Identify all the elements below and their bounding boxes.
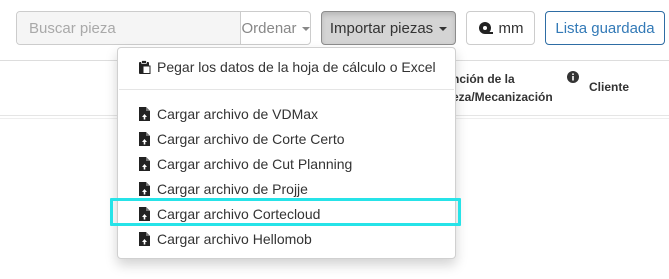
info-circle-icon[interactable] [567, 70, 579, 83]
menu-item-paste-spreadsheet[interactable]: Pegar los datos de la hoja de cálculo o … [118, 54, 455, 79]
menu-item-load-vdmax[interactable]: Cargar archivo de VDMax [118, 101, 455, 126]
import-dropdown-menu: Pegar los datos de la hoja de cálculo o … [117, 47, 456, 259]
menu-item-load-corte-certo[interactable]: Cargar archivo de Corte Certo [118, 126, 455, 151]
menu-item-label: Cargar archivo de Projje [157, 180, 308, 197]
ruler-tape-icon [478, 20, 494, 36]
menu-item-label: Cargar archivo Cortecloud [157, 205, 321, 222]
search-input[interactable] [17, 12, 241, 44]
import-label: Importar piezas [329, 19, 434, 37]
file-upload-icon [138, 106, 151, 121]
caret-down-icon [439, 27, 448, 31]
menu-item-label: Cargar archivo Hellomob [157, 230, 312, 247]
sort-label: Ordenar [241, 19, 297, 37]
file-upload-icon [138, 181, 151, 196]
column-header-function-line2: eza/Mecanización [452, 90, 553, 104]
file-upload-icon [138, 156, 151, 171]
menu-item-label: Cargar archivo de VDMax [157, 105, 319, 122]
import-pieces-button[interactable]: Importar piezas [321, 11, 456, 45]
menu-item-load-cut-planning[interactable]: Cargar archivo de Cut Planning [118, 151, 455, 176]
menu-item-label: Cargar archivo de Corte Certo [157, 130, 345, 147]
menu-divider [119, 89, 454, 90]
file-upload-icon [138, 206, 151, 221]
unit-label: mm [498, 19, 524, 37]
file-upload-icon [138, 231, 151, 246]
column-header-client[interactable]: Cliente [589, 80, 629, 94]
menu-item-label: Pegar los datos de la hoja de cálculo o … [157, 58, 436, 75]
column-header-function-line1: nción de la [452, 72, 515, 86]
saved-list-button[interactable]: Lista guardada [545, 11, 665, 45]
caret-down-icon [301, 27, 310, 31]
unit-toggle-button[interactable]: mm [466, 11, 535, 45]
column-header-function[interactable]: nción de la eza/Mecanización [452, 70, 564, 106]
clipboard-icon [138, 59, 151, 74]
sort-dropdown-button[interactable]: Ordenar [241, 12, 310, 44]
menu-item-label: Cargar archivo de Cut Planning [157, 155, 353, 172]
saved-list-label: Lista guardada [555, 19, 655, 37]
file-upload-icon [138, 131, 151, 146]
menu-item-load-cortecloud[interactable]: Cargar archivo Cortecloud [118, 201, 455, 226]
menu-item-load-projje[interactable]: Cargar archivo de Projje [118, 176, 455, 201]
search-group: Ordenar [16, 11, 311, 45]
menu-item-load-hellomob[interactable]: Cargar archivo Hellomob [118, 226, 455, 251]
